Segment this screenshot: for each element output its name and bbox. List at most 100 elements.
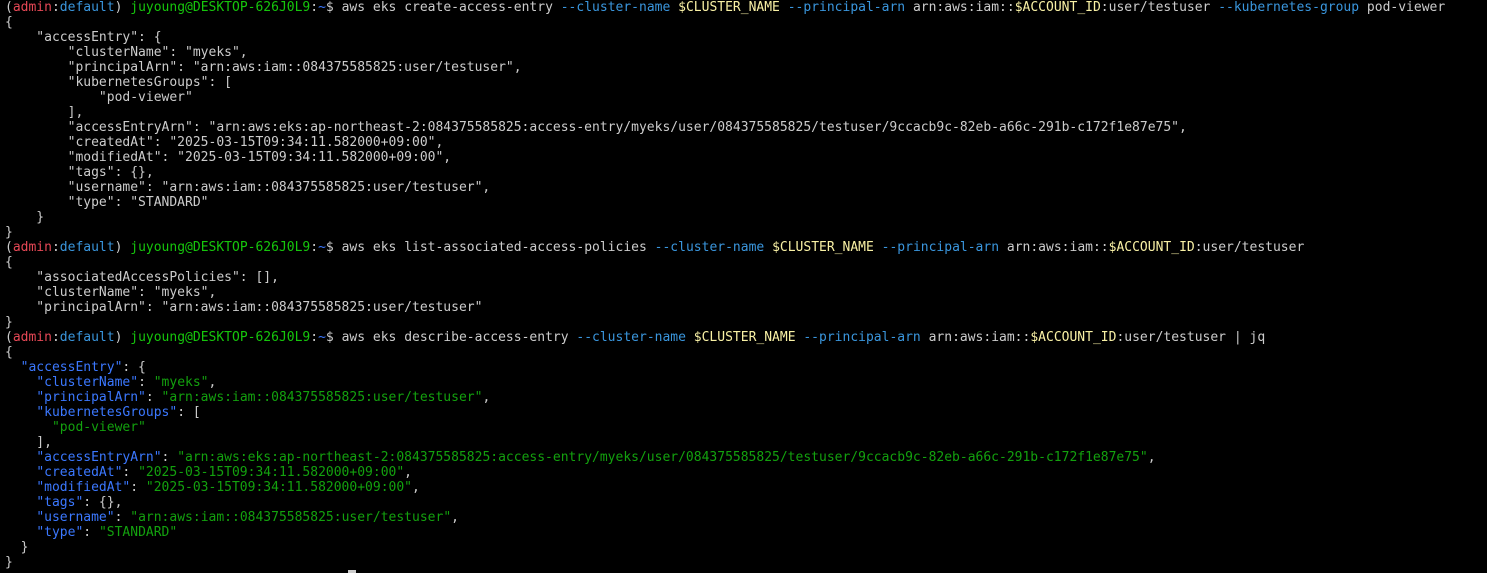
terminal-line: "kubernetesGroups": [ — [5, 75, 1445, 90]
terminal-line: "tags": {}, — [5, 165, 1445, 180]
terminal-line: "tags": {}, — [5, 495, 1445, 510]
terminal-text-segment: "kubernetesGroups" — [36, 405, 178, 420]
terminal-text-segment: admin — [12, 240, 52, 255]
terminal-text-segment: "arn:aws:iam::084375585825:user/testuser… — [130, 510, 452, 525]
terminal-text-segment: , — [1147, 450, 1156, 465]
terminal-text-segment: arn:aws:iam:: — [999, 240, 1109, 255]
terminal-line: } — [5, 210, 1445, 225]
terminal-text-segment: "principalArn": "arn:aws:iam::0843755858… — [5, 300, 483, 315]
terminal-text-segment: : — [51, 330, 60, 345]
terminal-text-segment: $ aws eks describe-access-entry — [325, 330, 577, 345]
terminal-output: (admin:default) juyoung@DESKTOP-626J0L9:… — [5, 0, 1445, 573]
terminal-text-segment: juyoung@DESKTOP-626J0L9 — [130, 330, 311, 345]
terminal-text-segment: "accessEntry": { — [5, 30, 162, 45]
terminal-line: "accessEntry": { — [5, 360, 1445, 375]
terminal-text-segment: "username" — [36, 510, 115, 525]
terminal-text-segment: admin — [12, 330, 52, 345]
terminal-text-segment: ( — [5, 330, 13, 345]
terminal-text-segment: "clusterName" — [36, 375, 139, 390]
terminal-line: "accessEntryArn": "arn:aws:eks:ap-northe… — [5, 450, 1445, 465]
terminal-text-segment: ) — [114, 0, 131, 15]
terminal-text-segment: :user/testuser — [1100, 0, 1219, 15]
terminal-text-segment: $ aws eks create-access-entry — [325, 0, 561, 15]
terminal-text-segment: "type" — [36, 525, 84, 540]
terminal-text-segment: , — [404, 465, 412, 480]
terminal-text-segment: : { — [122, 360, 146, 375]
terminal-line: "associatedAccessPolicies": [], — [5, 270, 1445, 285]
terminal-text-segment: "pod-viewer" — [51, 420, 146, 435]
terminal-text-segment: --kubernetes-group — [1218, 0, 1360, 15]
terminal-line: "username": "arn:aws:iam::084375585825:u… — [5, 180, 1445, 195]
terminal-text-segment: : {}, — [83, 495, 123, 510]
terminal-text-segment: "pod-viewer" — [5, 90, 193, 105]
terminal-text-segment: , — [451, 510, 459, 525]
terminal-line: "type": "STANDARD" — [5, 525, 1445, 540]
terminal-text-segment: juyoung@DESKTOP-626J0L9 — [130, 0, 311, 15]
terminal-text-segment: ) — [114, 330, 131, 345]
terminal-text-segment: --cluster-name — [560, 0, 671, 15]
terminal-text-segment: "STANDARD" — [98, 525, 178, 540]
terminal-line: "clusterName": "myeks", — [5, 45, 1445, 60]
terminal-text-segment: } — [5, 540, 29, 555]
terminal-line: "principalArn": "arn:aws:iam::0843755858… — [5, 390, 1445, 405]
terminal-line: (admin:default) juyoung@DESKTOP-626J0L9:… — [5, 330, 1445, 345]
terminal-line: "createdAt": "2025-03-15T09:34:11.582000… — [5, 465, 1445, 480]
terminal-text-segment: , — [482, 390, 491, 405]
terminal-text-segment: { — [5, 255, 13, 270]
terminal-line: "clusterName": "myeks", — [5, 285, 1445, 300]
terminal-text-segment: arn:aws:iam:: — [905, 0, 1015, 15]
terminal-text-segment: "arn:aws:iam::084375585825:user/testuser… — [161, 390, 483, 405]
terminal-line: "clusterName": "myeks", — [5, 375, 1445, 390]
terminal-line: "username": "arn:aws:iam::084375585825:u… — [5, 510, 1445, 525]
terminal-text-segment: "createdAt": "2025-03-15T09:34:11.582000… — [5, 135, 444, 150]
terminal-text-segment: juyoung@DESKTOP-626J0L9 — [130, 240, 311, 255]
terminal-text-segment: "clusterName": "myeks", — [5, 285, 217, 300]
terminal-text-segment: $ aws eks list-associated-access-policie… — [325, 240, 655, 255]
terminal-text-segment: : — [51, 0, 60, 15]
terminal-text-segment: { — [5, 15, 13, 30]
terminal-text-segment: "modifiedAt": "2025-03-15T09:34:11.58200… — [5, 150, 452, 165]
terminal-text-segment: "tags" — [36, 495, 84, 510]
terminal-text-segment: : — [114, 510, 131, 525]
terminal-text-segment: "accessEntryArn": "arn:aws:eks:ap-northe… — [5, 120, 1187, 135]
terminal-line: } — [5, 225, 1445, 240]
terminal-text-segment: "tags": {}, — [5, 165, 154, 180]
terminal-text-segment: :user/testuser — [1194, 240, 1305, 255]
terminal-text-segment: arn:aws:iam:: — [920, 330, 1031, 345]
terminal-text-segment: } — [5, 315, 13, 330]
terminal-line: { — [5, 15, 1445, 30]
terminal-text-segment: : — [83, 525, 99, 540]
terminal-text-segment: "myeks" — [153, 375, 209, 390]
terminal-text-segment: : — [130, 480, 146, 495]
terminal-text-segment: : — [310, 0, 319, 15]
terminal-text-segment: pod-viewer — [1359, 0, 1446, 15]
terminal-text-segment: ~ — [318, 330, 326, 345]
terminal-window[interactable]: (admin:default) juyoung@DESKTOP-626J0L9:… — [0, 0, 1487, 573]
terminal-text-segment: { — [5, 345, 13, 360]
terminal-text-segment: default — [59, 330, 115, 345]
terminal-text-segment: "2025-03-15T09:34:11.582000+09:00" — [138, 465, 405, 480]
terminal-text-segment: $CLUSTER_NAME — [678, 0, 780, 15]
terminal-line: "type": "STANDARD" — [5, 195, 1445, 210]
terminal-line: } — [5, 315, 1445, 330]
terminal-line: } — [5, 540, 1445, 555]
terminal-text-segment: ( — [5, 240, 13, 255]
terminal-text-segment: "username": "arn:aws:iam::084375585825:u… — [5, 180, 491, 195]
terminal-text-segment: $ACCOUNT_ID — [1014, 0, 1101, 15]
terminal-text-segment: "arn:aws:eks:ap-northeast-2:084375585825… — [177, 450, 1148, 465]
terminal-text-segment: : — [138, 375, 154, 390]
terminal-text-segment: "principalArn" — [36, 390, 146, 405]
terminal-text-segment: } — [5, 225, 13, 240]
terminal-text-segment: default — [59, 0, 115, 15]
terminal-text-segment: "modifiedAt" — [36, 480, 131, 495]
terminal-line: ], — [5, 105, 1445, 120]
terminal-text-segment: ], — [5, 435, 52, 450]
terminal-line: "createdAt": "2025-03-15T09:34:11.582000… — [5, 135, 1445, 150]
